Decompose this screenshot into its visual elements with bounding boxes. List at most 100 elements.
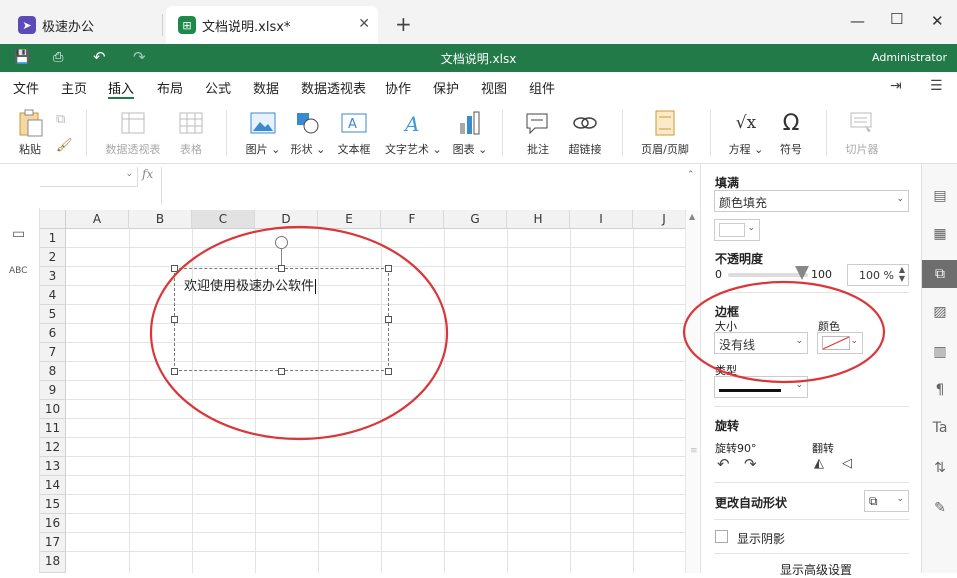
row-header-9[interactable]: 9: [40, 381, 66, 400]
resize-handle[interactable]: [385, 265, 392, 272]
rotate-left-icon[interactable]: ↶: [717, 455, 730, 473]
text-art-icon[interactable]: Ta: [922, 420, 957, 436]
show-shadow-checkbox[interactable]: [715, 530, 728, 543]
fx-icon[interactable]: fx: [142, 167, 160, 187]
tab-home[interactable]: ➤ 极速办公: [6, 6, 162, 44]
spreadsheet-grid[interactable]: A B C D E F G H I J 1 2 3 4 5 6 7 8 9 10…: [40, 210, 685, 573]
change-shape-select[interactable]: ⧉ ⌄: [864, 490, 909, 512]
open-location-icon[interactable]: ⇥: [890, 78, 902, 94]
resize-handle[interactable]: [278, 265, 285, 272]
column-header-e[interactable]: E: [318, 210, 381, 229]
paragraph-icon[interactable]: ¶: [922, 382, 957, 398]
menu-file[interactable]: 文件: [13, 78, 39, 97]
resize-handle[interactable]: [278, 368, 285, 375]
hyperlink-button[interactable]: 超链接: [567, 108, 603, 157]
menu-layout[interactable]: 布局: [157, 78, 183, 97]
chart-button[interactable]: 图表 ⌄: [452, 108, 488, 157]
row-header-18[interactable]: 18: [40, 552, 66, 573]
row-header-15[interactable]: 15: [40, 495, 66, 514]
column-header-d[interactable]: D: [255, 210, 318, 229]
hamburger-menu-icon[interactable]: ☰: [930, 78, 943, 94]
minimize-icon[interactable]: —: [850, 12, 865, 30]
row-header-10[interactable]: 10: [40, 400, 66, 419]
scroll-grip-icon[interactable]: ≡: [690, 446, 698, 456]
formula-input[interactable]: [162, 167, 684, 205]
equation-button[interactable]: √x 方程 ⌄: [728, 108, 764, 157]
column-header-c[interactable]: C: [192, 210, 255, 229]
text-box-shape[interactable]: 欢迎使用极速办公软件: [174, 268, 389, 371]
resize-handle[interactable]: [171, 316, 178, 323]
column-header-i[interactable]: I: [570, 210, 633, 229]
menu-components[interactable]: 组件: [529, 78, 555, 97]
close-window-icon[interactable]: ✕: [931, 12, 944, 30]
flip-horizontal-icon[interactable]: ◭: [814, 456, 824, 471]
slicer-button[interactable]: 切片器: [844, 108, 880, 157]
resize-handle[interactable]: [385, 368, 392, 375]
shape-settings-icon[interactable]: ⧉: [922, 260, 957, 288]
menu-collaborate[interactable]: 协作: [385, 78, 411, 97]
opacity-slider-thumb[interactable]: [795, 266, 809, 280]
column-header-f[interactable]: F: [381, 210, 444, 229]
column-header-g[interactable]: G: [444, 210, 507, 229]
row-header-8[interactable]: 8: [40, 362, 66, 381]
resize-handle[interactable]: [171, 368, 178, 375]
chart-settings-icon[interactable]: ▥: [922, 344, 957, 360]
row-header-1[interactable]: 1: [40, 229, 66, 248]
advanced-settings-link[interactable]: 显示高级设置: [780, 561, 852, 578]
menu-formula[interactable]: 公式: [205, 78, 231, 97]
row-header-14[interactable]: 14: [40, 476, 66, 495]
tab-document[interactable]: ⊞ 文档说明.xlsx* ✕: [166, 6, 378, 44]
menu-data[interactable]: 数据: [253, 78, 279, 97]
menu-protect[interactable]: 保护: [433, 78, 459, 97]
column-header-j[interactable]: J: [633, 210, 685, 229]
select-all-corner[interactable]: [40, 210, 66, 229]
menu-pivot[interactable]: 数据透视表: [301, 78, 366, 97]
image-button[interactable]: 图片 ⌄: [245, 108, 281, 157]
table-button[interactable]: 表格: [176, 108, 206, 157]
row-header-5[interactable]: 5: [40, 305, 66, 324]
maximize-icon[interactable]: ☐: [890, 10, 903, 28]
table-settings-icon[interactable]: ▦: [922, 226, 957, 242]
cell-settings-icon[interactable]: ▤: [922, 188, 957, 204]
row-header-6[interactable]: 6: [40, 324, 66, 343]
fill-color-picker[interactable]: ⌄: [714, 219, 760, 241]
stepper-icon[interactable]: ▲ ▼: [899, 265, 905, 283]
name-box[interactable]: ⌄: [40, 167, 138, 187]
spellcheck-icon[interactable]: ABC: [9, 266, 27, 276]
pivot-table-button[interactable]: 数据透视表: [104, 108, 162, 157]
fill-type-select[interactable]: 颜色填充 ⌄: [714, 190, 909, 212]
row-header-17[interactable]: 17: [40, 533, 66, 552]
pivot-settings-icon[interactable]: ⇅: [922, 460, 957, 476]
row-header-16[interactable]: 16: [40, 514, 66, 533]
menu-view[interactable]: 视图: [481, 78, 507, 97]
row-header-4[interactable]: 4: [40, 286, 66, 305]
column-header-a[interactable]: A: [66, 210, 129, 229]
comment-button[interactable]: 批注: [523, 108, 553, 157]
symbol-button[interactable]: Ω 符号: [778, 108, 804, 157]
row-header-12[interactable]: 12: [40, 438, 66, 457]
menu-insert[interactable]: 插入: [108, 78, 134, 97]
row-header-2[interactable]: 2: [40, 248, 66, 267]
format-painter-icon[interactable]: 🖌: [56, 138, 73, 153]
row-header-3[interactable]: 3: [40, 267, 66, 286]
column-header-h[interactable]: H: [507, 210, 570, 229]
shape-button[interactable]: 形状 ⌄: [290, 108, 326, 157]
comments-icon[interactable]: ▭: [12, 226, 25, 242]
vertical-scrollbar[interactable]: ▲ ≡: [685, 210, 699, 573]
row-header-13[interactable]: 13: [40, 457, 66, 476]
scroll-up-icon[interactable]: ▲: [689, 212, 695, 221]
new-tab-icon[interactable]: +: [395, 12, 412, 36]
flip-vertical-icon[interactable]: ◁: [842, 456, 852, 471]
text-box-content[interactable]: 欢迎使用极速办公软件: [184, 275, 317, 294]
rotate-right-icon[interactable]: ↷: [744, 455, 757, 473]
collapse-formula-icon[interactable]: ⌃: [687, 170, 695, 180]
resize-handle[interactable]: [385, 316, 392, 323]
close-tab-icon[interactable]: ✕: [358, 16, 370, 32]
header-footer-button[interactable]: 页眉/页脚: [640, 108, 690, 157]
wordart-button[interactable]: A 文字艺术 ⌄: [385, 108, 442, 157]
image-settings-icon[interactable]: ▨: [922, 304, 957, 320]
copy-icon[interactable]: ⧉: [56, 112, 65, 127]
resize-handle[interactable]: [171, 265, 178, 272]
row-header-7[interactable]: 7: [40, 343, 66, 362]
row-header-11[interactable]: 11: [40, 419, 66, 438]
